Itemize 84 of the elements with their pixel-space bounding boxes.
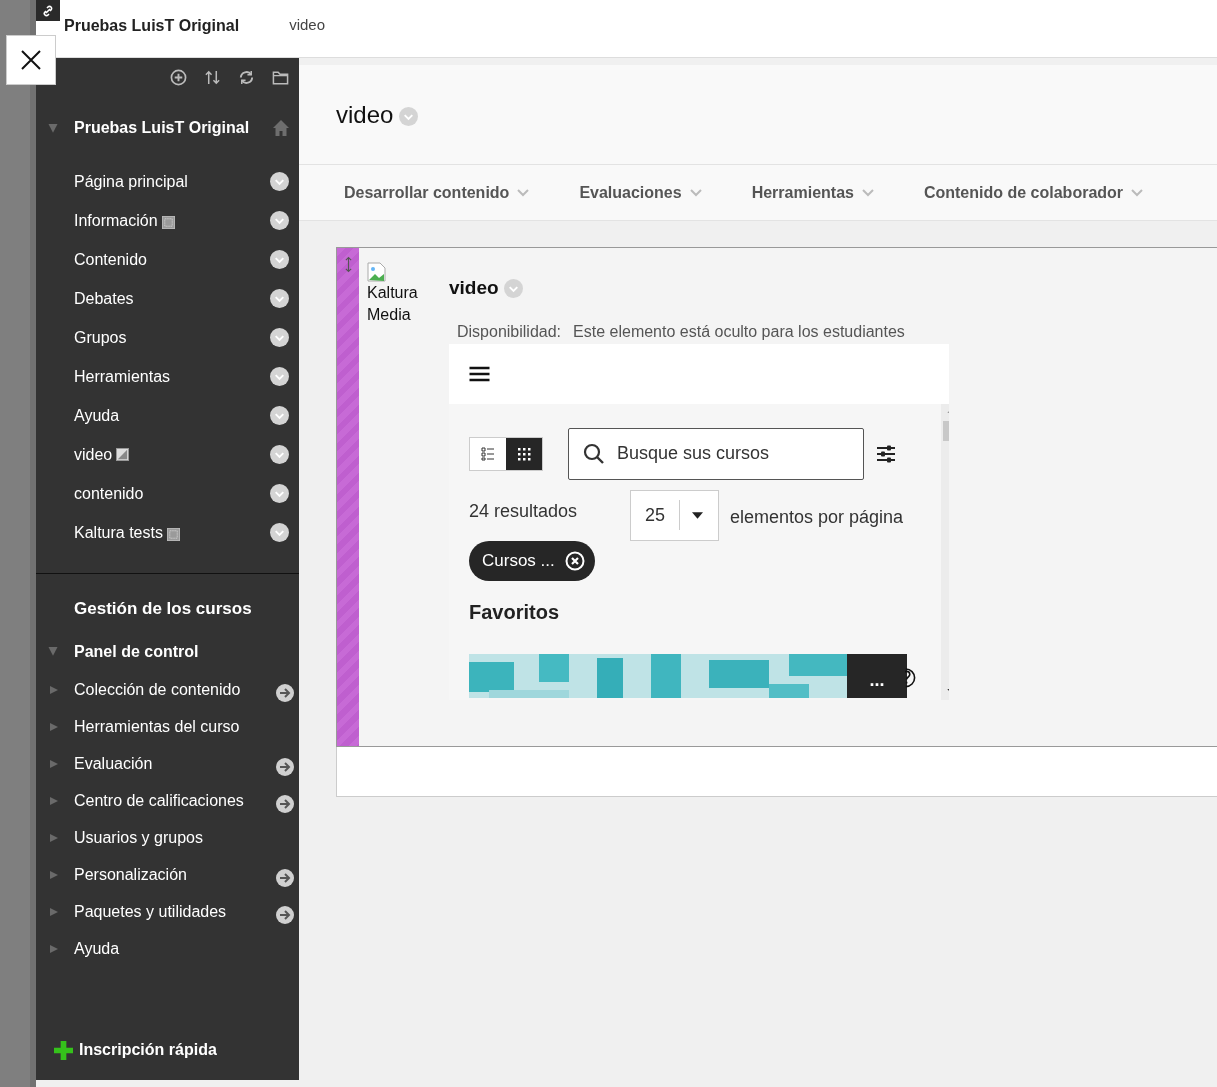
- add-icon[interactable]: [170, 68, 187, 86]
- menu-item[interactable]: Contenido: [74, 247, 147, 272]
- image-alt-text: Kaltura Media: [367, 283, 419, 325]
- menu-button[interactable]: Contenido de colaborador: [923, 180, 1144, 205]
- slashed-square-icon: [116, 448, 130, 461]
- caret-down-icon: [692, 511, 703, 519]
- grid-view-toggle[interactable]: [506, 437, 542, 470]
- chevron-down-icon[interactable]: [270, 250, 289, 269]
- arrow-right-icon[interactable]: [276, 684, 294, 702]
- menu-item[interactable]: Página principal: [74, 169, 188, 194]
- menu-icon[interactable]: [469, 365, 490, 382]
- availability-value: Este elemento está oculto para los estudiantes: [573, 321, 905, 342]
- menu-button[interactable]: Desarrollar contenido: [344, 180, 530, 205]
- chevron-down-icon[interactable]: [270, 484, 289, 503]
- menu-button[interactable]: Evaluaciones: [579, 180, 702, 205]
- results-count: 24 resultados: [469, 499, 579, 523]
- arrow-right-icon[interactable]: [276, 869, 294, 887]
- menu-item[interactable]: video: [74, 442, 113, 467]
- panel-item[interactable]: Ayuda: [74, 937, 294, 961]
- refresh-icon[interactable]: [238, 68, 255, 86]
- page-breadcrumb[interactable]: video: [289, 14, 325, 37]
- sort-icon[interactable]: [204, 68, 221, 86]
- link-icon: [42, 4, 54, 17]
- list-view-toggle[interactable]: [470, 437, 506, 470]
- section-heading: Favoritos: [469, 599, 561, 625]
- close-icon: [21, 50, 41, 70]
- chevron-down-icon[interactable]: [270, 367, 289, 386]
- panel-item[interactable]: Centro de calificaciones: [74, 789, 276, 813]
- menu-item[interactable]: Información: [74, 208, 158, 233]
- list-icon: [481, 446, 495, 461]
- quick-enroll-link[interactable]: Inscripción rápida: [79, 1038, 217, 1062]
- dotted-square-icon: [161, 216, 175, 229]
- chevron-down-icon[interactable]: [270, 172, 289, 191]
- arrow-right-icon[interactable]: [276, 906, 294, 924]
- dotted-square-icon: [166, 528, 180, 541]
- arrow-right-icon[interactable]: [276, 758, 294, 776]
- control-panel-title[interactable]: Panel de control: [74, 639, 199, 664]
- chevron-down-icon[interactable]: [270, 406, 289, 425]
- home-icon[interactable]: [272, 119, 290, 137]
- chevron-down-icon: [1131, 188, 1144, 197]
- search-icon: [583, 442, 605, 465]
- drag-handle[interactable]: [337, 248, 359, 746]
- menu-button[interactable]: Herramientas: [751, 180, 874, 205]
- page-size-select[interactable]: 25: [630, 489, 719, 541]
- chevron-down-icon: [861, 188, 874, 197]
- grid-icon: [517, 446, 531, 461]
- chevron-down-icon[interactable]: [270, 523, 289, 542]
- filter-sliders-icon[interactable]: [876, 443, 896, 464]
- chevron-down-icon[interactable]: [270, 211, 289, 230]
- course-title[interactable]: Pruebas LuisT Original: [74, 116, 272, 140]
- close-button[interactable]: [6, 35, 56, 85]
- broken-image-icon: [367, 262, 387, 282]
- chevron-down-icon[interactable]: [270, 289, 289, 308]
- item-title[interactable]: video: [449, 274, 499, 303]
- panel-item[interactable]: Evaluación: [74, 752, 276, 776]
- search-box[interactable]: Busque sus cursos: [568, 427, 864, 480]
- chevron-down-icon: [517, 188, 530, 197]
- panel-item[interactable]: Paquetes y utilidades: [74, 900, 276, 924]
- arrow-right-icon[interactable]: [276, 795, 294, 813]
- plus-icon: [54, 1040, 73, 1060]
- chevron-down-icon[interactable]: [270, 445, 289, 464]
- panel-item[interactable]: Colección de contenido: [74, 678, 276, 702]
- section-title: Gestión de los cursos: [74, 599, 252, 618]
- search-field[interactable]: Busque sus cursos: [617, 440, 849, 467]
- more-button[interactable]: ...: [847, 653, 907, 698]
- menu-item[interactable]: Ayuda: [74, 403, 120, 428]
- menu-item[interactable]: Grupos: [74, 325, 127, 350]
- panel-item[interactable]: Herramientas del curso: [74, 715, 294, 739]
- menu-item[interactable]: Herramientas: [74, 364, 171, 389]
- remove-icon: [564, 550, 585, 571]
- menu-item[interactable]: Kaltura tests: [74, 520, 163, 545]
- page-title: video: [336, 99, 394, 130]
- page-size-label: elementos por página: [730, 505, 904, 529]
- course-breadcrumb[interactable]: Pruebas LuisT Original: [64, 13, 240, 38]
- panel-item[interactable]: Personalización: [74, 863, 276, 887]
- menu-item[interactable]: Debates: [74, 286, 134, 311]
- panel-item[interactable]: Usuarios y grupos: [74, 826, 294, 850]
- move-icon: [344, 256, 352, 273]
- menu-item[interactable]: contenido: [74, 481, 144, 506]
- filter-chip[interactable]: Cursos ...: [469, 540, 595, 581]
- chevron-down-icon: [689, 188, 702, 197]
- availability-label: Disponibilidad:: [457, 321, 562, 342]
- chevron-down-icon[interactable]: [270, 328, 289, 347]
- link-icon-tile[interactable]: [36, 0, 60, 21]
